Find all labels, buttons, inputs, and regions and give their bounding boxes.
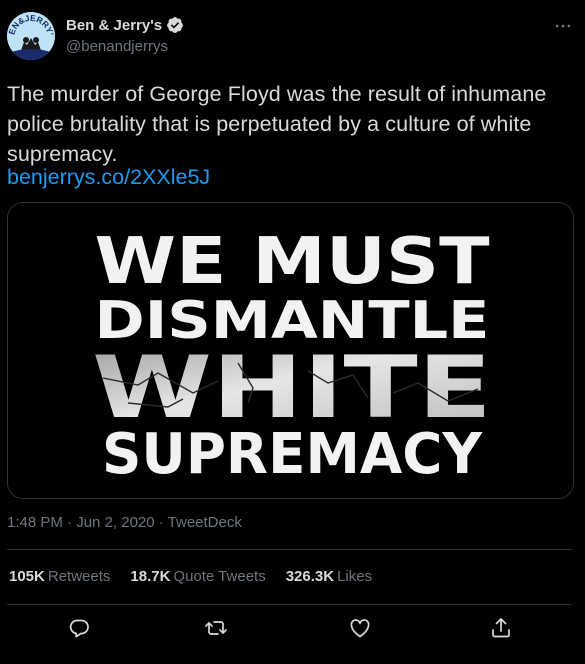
avatar-image: BEN&JERRY'S: [7, 12, 55, 60]
verified-badge-icon: [166, 16, 184, 34]
likes-stat[interactable]: 326.3K Likes: [286, 568, 372, 585]
reply-icon[interactable]: [67, 616, 91, 640]
divider: [7, 549, 572, 550]
tweet-text: The murder of George Floyd was the resul…: [7, 82, 547, 166]
avatar[interactable]: BEN&JERRY'S: [7, 12, 55, 60]
retweets-stat[interactable]: 105K Retweets: [9, 568, 110, 585]
retweets-count: 105K: [9, 568, 45, 585]
tweet-actions: [0, 612, 585, 644]
tweet: BEN&JERRY'S Ben & Jerry's @benandjerrys …: [0, 0, 585, 664]
author-display-name[interactable]: Ben & Jerry's: [66, 17, 162, 34]
tweet-media[interactable]: WE MUST DISMANTLE WHITE SUPREMACY: [7, 202, 574, 499]
author-name-row[interactable]: Ben & Jerry's: [66, 16, 184, 34]
media-line-4: SUPREMACY: [102, 422, 483, 487]
media-line-1: WE MUST: [95, 225, 490, 299]
more-options-icon[interactable]: [551, 14, 575, 38]
likes-label: Likes: [337, 568, 373, 585]
likes-count: 326.3K: [285, 568, 335, 585]
tweet-link[interactable]: benjerrys.co/2XXle5J: [7, 163, 210, 191]
tweet-timestamp[interactable]: 1:48 PM · Jun 2, 2020 · TweetDeck: [7, 514, 242, 531]
quote-tweets-count: 18.7K: [130, 568, 171, 585]
media-image: WE MUST DISMANTLE WHITE SUPREMACY: [8, 203, 573, 498]
quote-tweets-stat[interactable]: 18.7K Quote Tweets: [130, 568, 265, 585]
divider: [7, 604, 572, 605]
like-icon[interactable]: [348, 616, 372, 640]
author-handle[interactable]: @benandjerrys: [66, 38, 168, 55]
retweets-label: Retweets: [47, 568, 111, 585]
retweet-icon[interactable]: [204, 616, 228, 640]
share-icon[interactable]: [489, 616, 513, 640]
quote-tweets-label: Quote Tweets: [173, 568, 266, 585]
tweet-stats: 105K Retweets 18.7K Quote Tweets 326.3K Lik…: [9, 568, 372, 585]
